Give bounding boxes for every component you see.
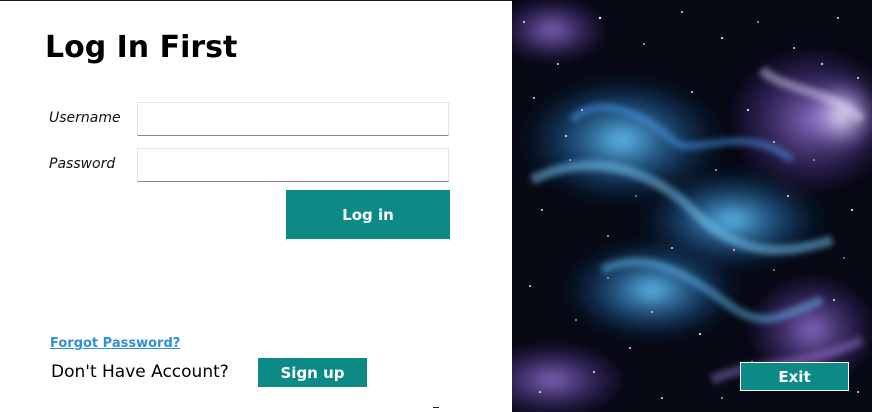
login-panel: Log In First Username Password Log in Fo… <box>0 0 512 412</box>
signup-button[interactable]: Sign up <box>258 358 367 387</box>
login-button[interactable]: Log in <box>286 190 450 239</box>
password-label: Password <box>49 156 116 172</box>
no-account-text: Don't Have Account? <box>51 362 229 382</box>
username-label: Username <box>49 110 121 126</box>
top-border <box>0 0 512 1</box>
exit-button[interactable]: Exit <box>740 362 849 391</box>
forgot-password-link[interactable]: Forgot Password? <box>50 336 180 351</box>
password-input[interactable] <box>137 148 449 182</box>
nebula-image <box>512 0 872 412</box>
username-input[interactable] <box>137 102 449 136</box>
galaxy-nebula-image <box>512 0 872 412</box>
divider-mark <box>433 407 439 408</box>
login-window: Log In First Username Password Log in Fo… <box>0 0 872 412</box>
page-title: Log In First <box>45 30 238 65</box>
